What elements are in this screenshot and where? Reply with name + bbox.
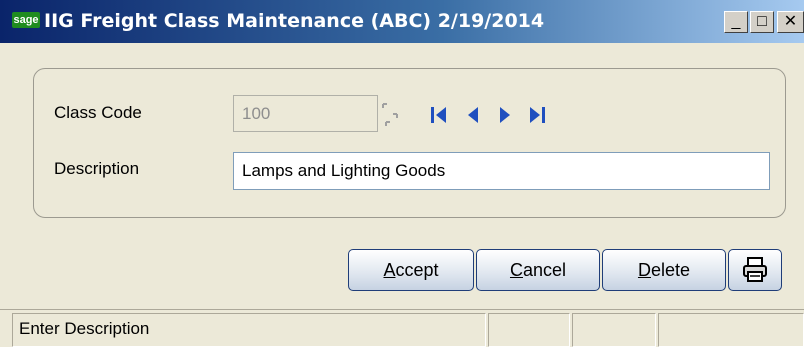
status-bar: Enter Description xyxy=(0,309,804,347)
cancel-label: ancel xyxy=(522,260,567,280)
next-record-icon[interactable] xyxy=(494,104,516,126)
description-label: Description xyxy=(54,159,140,178)
status-cell xyxy=(572,313,656,347)
print-button[interactable] xyxy=(728,249,782,291)
close-button[interactable]: ✕ xyxy=(777,11,804,33)
minimize-button[interactable]: _ xyxy=(724,11,748,33)
delete-button[interactable]: Delete xyxy=(602,249,726,291)
accept-button[interactable]: Accept xyxy=(348,249,474,291)
sage-logo: sage xyxy=(12,12,40,28)
accept-hotkey: A xyxy=(383,260,396,280)
class-code-label: Class Code xyxy=(54,103,142,122)
status-message: Enter Description xyxy=(12,313,486,347)
last-record-icon[interactable] xyxy=(526,104,548,126)
previous-record-icon[interactable] xyxy=(462,104,484,126)
cancel-hotkey: C xyxy=(509,260,523,280)
app-window: sage IIG Freight Class Maintenance (ABC)… xyxy=(0,0,804,347)
maximize-button[interactable]: □ xyxy=(750,11,774,33)
status-cell xyxy=(488,313,570,347)
class-code-input[interactable]: 100 xyxy=(233,95,378,132)
class-group-box xyxy=(33,68,786,218)
delete-label: elete xyxy=(650,260,691,280)
first-record-icon[interactable] xyxy=(428,104,450,126)
title-bar[interactable]: sage IIG Freight Class Maintenance (ABC)… xyxy=(0,0,804,43)
printer-icon xyxy=(743,257,767,282)
cancel-button[interactable]: Cancel xyxy=(476,249,600,291)
description-input[interactable]: Lamps and Lighting Goods xyxy=(233,152,770,190)
status-cell xyxy=(658,313,804,347)
accept-label: ccept xyxy=(395,260,439,280)
lookup-icon[interactable] xyxy=(381,100,403,128)
window-title: IIG Freight Class Maintenance (ABC) 2/19… xyxy=(44,10,545,32)
delete-hotkey: D xyxy=(637,260,651,280)
